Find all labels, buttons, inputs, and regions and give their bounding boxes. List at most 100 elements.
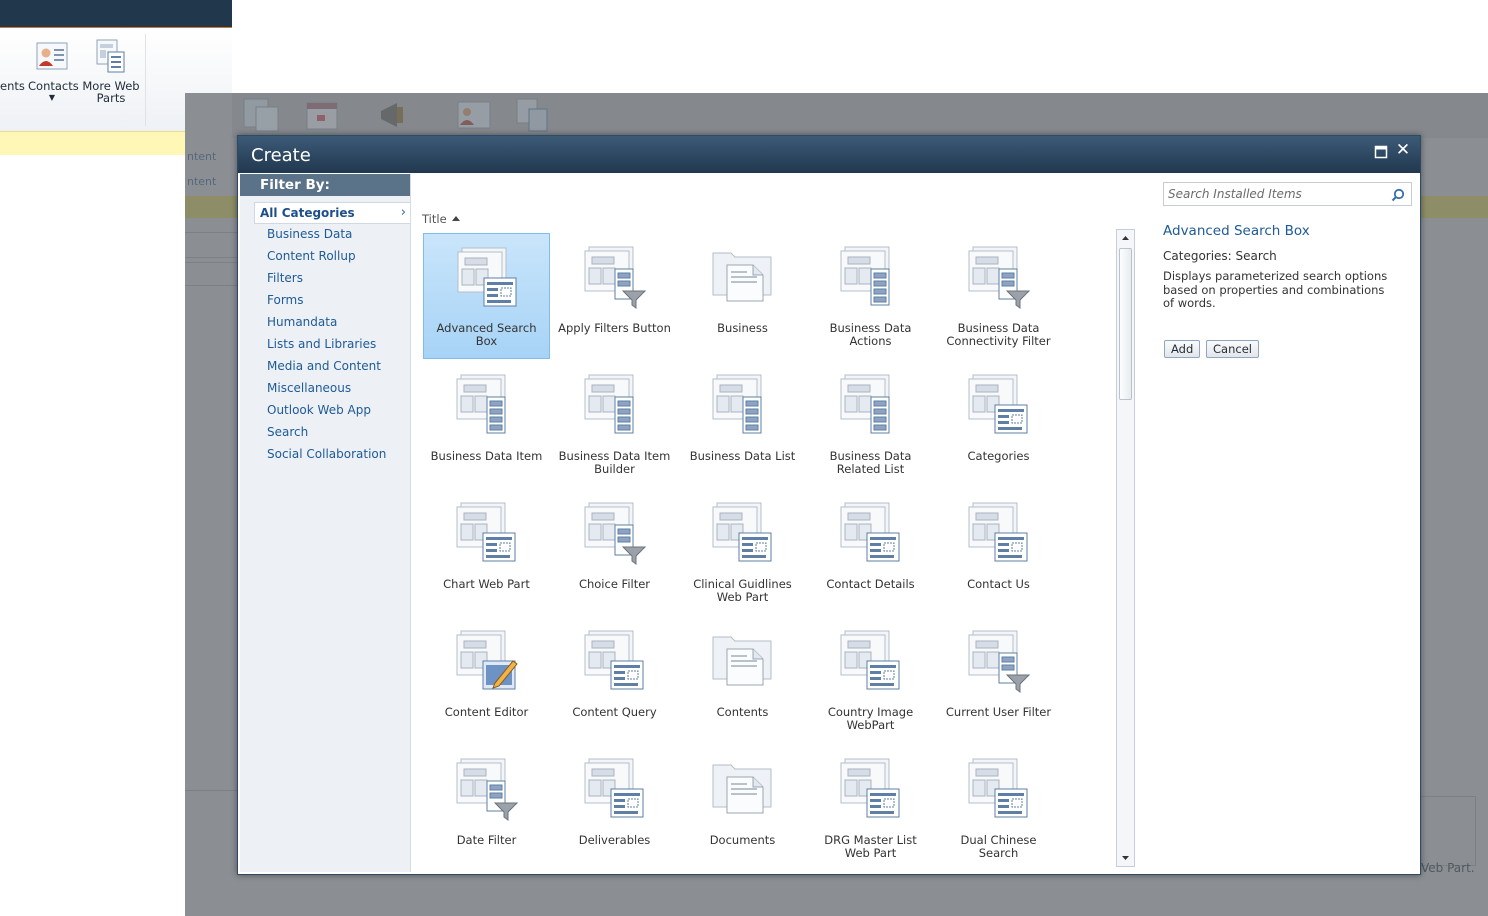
filter-item[interactable]: Lists and Libraries (254, 334, 410, 356)
web-part-tile-label: Contact Details (826, 577, 915, 591)
create-dialog: Create ✕ Filter By: All Categories › Busin… (237, 135, 1421, 875)
web-part-tile[interactable]: Country Image WebPart (807, 617, 934, 743)
web-part-tile[interactable]: Clinical Guidlines Web Part (679, 489, 806, 615)
webpart-edit-icon (455, 629, 519, 695)
overlay-calendar-icon (303, 97, 343, 133)
search-box (1163, 182, 1412, 206)
filter-item[interactable]: Business Data (254, 224, 410, 246)
filter-list: All Categories › Business Data Content Roll… (254, 202, 410, 466)
web-part-tile-label: Business Data Item (430, 449, 543, 463)
web-part-tile-label: Choice Filter (578, 577, 651, 591)
filter-item-label: Miscellaneous (267, 381, 352, 395)
web-part-tile[interactable]: Categories (935, 361, 1062, 487)
ribbon-more-web-parts-button[interactable]: More Web Parts (82, 38, 140, 104)
web-part-tile[interactable]: Business Data List (679, 361, 806, 487)
webpart-filter-icon (583, 501, 647, 567)
web-part-tile-label: Documents (709, 833, 776, 847)
webpart-form-icon (456, 246, 520, 312)
filter-item[interactable]: All Categories › (254, 202, 410, 224)
ribbon-contacts-button[interactable]: Contacts ▼ (28, 38, 79, 102)
scroll-down-icon[interactable] (1117, 850, 1134, 866)
web-part-tile-label: DRG Master List Web Part (824, 833, 917, 860)
web-part-tile[interactable]: Business Data Connectivity Filter (935, 233, 1062, 359)
ribbon-separator (145, 34, 146, 126)
search-input[interactable] (1168, 185, 1383, 203)
web-part-tile[interactable]: Business (679, 233, 806, 359)
web-part-tile[interactable]: Choice Filter (551, 489, 678, 615)
web-part-tile-label: Apply Filters Button (558, 321, 671, 335)
filter-item[interactable]: Humandata (254, 312, 410, 334)
ribbon-partial-label: ents (0, 79, 25, 93)
filter-item[interactable]: Search (254, 422, 410, 444)
web-part-grid: Advanced Search Box Apply Filters Button B… (423, 233, 1113, 873)
filter-item-label: Humandata (267, 315, 338, 329)
webpart-list-icon (839, 373, 903, 439)
overlay-row (185, 232, 240, 258)
folder-document-icon (711, 757, 775, 823)
detail-description: Displays parameterized search options ba… (1163, 269, 1388, 310)
scroll-up-icon[interactable] (1117, 230, 1134, 246)
web-part-tile[interactable]: Contact Us (935, 489, 1062, 615)
web-part-tile[interactable]: Content Query (551, 617, 678, 743)
filter-item-label: Outlook Web App (267, 403, 371, 417)
filter-pane: Filter By: All Categories › Business Data C… (240, 174, 411, 872)
web-part-tile[interactable]: Dual Chinese Search (935, 745, 1062, 871)
overlay-row (185, 262, 240, 286)
filter-item-label: Business Data (267, 227, 353, 241)
webpart-filter-icon (455, 757, 519, 823)
web-part-tile[interactable]: Documents (679, 745, 806, 871)
webpart-filter-icon (967, 629, 1031, 695)
web-part-tile[interactable]: Deliverables (551, 745, 678, 871)
dialog-titlebar: Create ✕ (238, 136, 1420, 173)
sort-by-title[interactable]: Title (422, 212, 460, 226)
filter-item-label: Forms (267, 293, 304, 307)
background-left-area (0, 155, 185, 916)
filter-item-label: Social Collaboration (267, 447, 387, 461)
web-part-tile[interactable]: Contact Details (807, 489, 934, 615)
filter-item[interactable]: Social Collaboration (254, 444, 410, 466)
grid-scrollbar[interactable] (1116, 229, 1135, 867)
filter-item[interactable]: Media and Content (254, 356, 410, 378)
web-part-tile[interactable]: Business Data Actions (807, 233, 934, 359)
cancel-button[interactable]: Cancel (1206, 340, 1259, 358)
overlay-contacts-icon (455, 97, 495, 133)
filter-item[interactable]: Filters (254, 268, 410, 290)
filter-item[interactable]: Content Rollup (254, 246, 410, 268)
scroll-thumb[interactable] (1119, 248, 1132, 400)
web-part-tile[interactable]: Apply Filters Button (551, 233, 678, 359)
web-part-tile-label: Categories (967, 449, 1030, 463)
web-part-tile-label: Chart Web Part (443, 577, 530, 591)
web-part-tile[interactable]: DRG Master List Web Part (807, 745, 934, 871)
detail-title: Advanced Search Box (1163, 223, 1310, 239)
webpart-form-icon (583, 629, 647, 695)
webpart-form-icon (967, 501, 1031, 567)
web-part-tile-label: Content Query (572, 705, 657, 719)
overlay-web-part-text: Veb Part. (1421, 861, 1475, 875)
search-icon[interactable] (1391, 187, 1405, 202)
webpart-list-icon (455, 373, 519, 439)
web-part-tile-label: Business Data Connectivity Filter (946, 321, 1051, 348)
web-part-tile[interactable]: Date Filter (423, 745, 550, 871)
web-part-tile-label: Business Data Actions (829, 321, 912, 348)
filter-item[interactable]: Miscellaneous (254, 378, 410, 400)
web-part-tile-label: Contact Us (967, 577, 1030, 591)
maximize-icon[interactable] (1374, 144, 1388, 159)
web-part-tile[interactable]: Content Editor (423, 617, 550, 743)
overlay-content-dropdown: ntent (187, 150, 217, 163)
filter-item[interactable]: Forms (254, 290, 410, 312)
web-part-tile[interactable]: Business Data Related List (807, 361, 934, 487)
sort-title-label: Title (422, 212, 447, 226)
ribbon-more-web-parts-label: More Web Parts (82, 79, 140, 105)
close-icon[interactable]: ✕ (1394, 141, 1412, 159)
web-part-tile[interactable]: Contents (679, 617, 806, 743)
webpart-form-icon (839, 757, 903, 823)
webpart-form-icon (839, 501, 903, 567)
filter-item[interactable]: Outlook Web App (254, 400, 410, 422)
add-button[interactable]: Add (1164, 340, 1201, 358)
web-part-tile[interactable]: Business Data Item Builder (551, 361, 678, 487)
web-part-tile[interactable]: Advanced Search Box (423, 233, 550, 359)
web-part-tile[interactable]: Current User Filter (935, 617, 1062, 743)
web-part-tile[interactable]: Business Data Item (423, 361, 550, 487)
webpart-form-icon (967, 373, 1031, 439)
web-part-tile[interactable]: Chart Web Part (423, 489, 550, 615)
